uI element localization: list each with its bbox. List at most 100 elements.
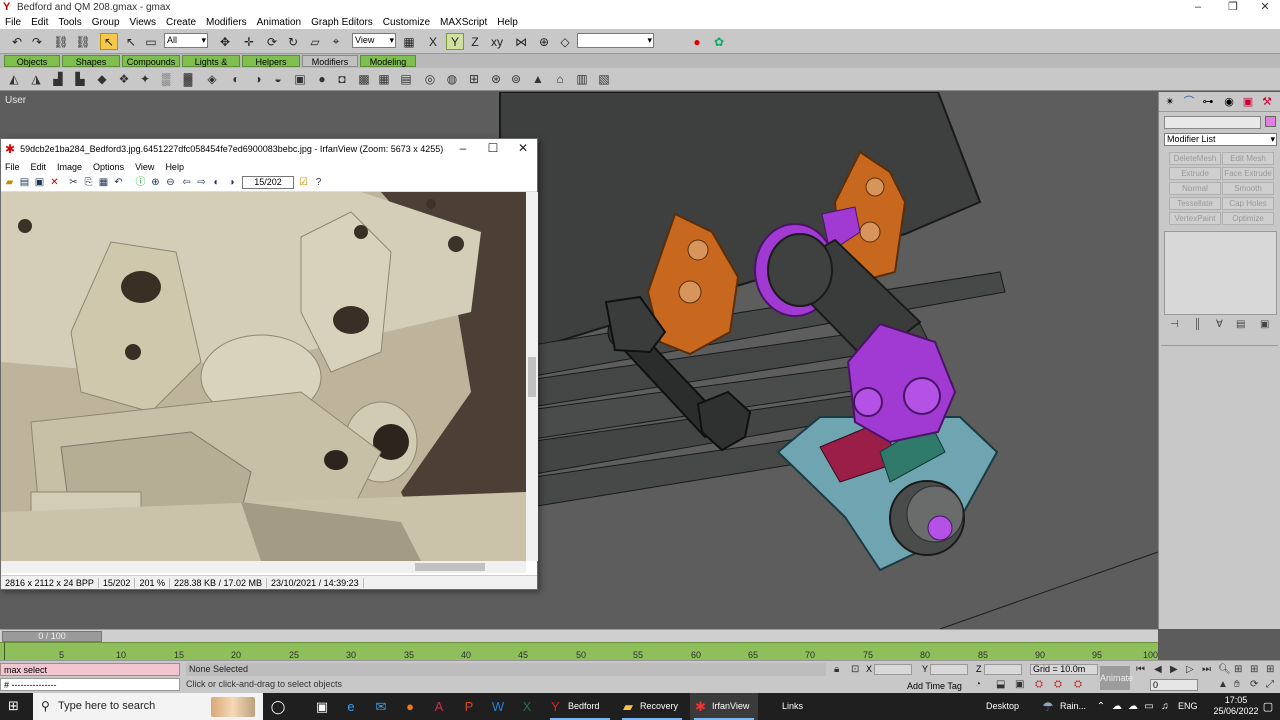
- previous-icon[interactable]: ⇦: [180, 176, 193, 189]
- prev-frame-icon[interactable]: ◀: [1154, 664, 1162, 675]
- axis-xy-icon[interactable]: xy: [488, 33, 506, 50]
- menu-modifiers[interactable]: Modifiers: [206, 17, 247, 28]
- excel-icon[interactable]: X: [517, 697, 537, 717]
- axis-y-icon[interactable]: Y: [446, 33, 464, 50]
- irfan-menu-edit[interactable]: Edit: [31, 162, 47, 172]
- irfan-menu-options[interactable]: Options: [93, 162, 124, 172]
- powerpoint-icon[interactable]: P: [459, 697, 479, 717]
- weather-label[interactable]: Rain...: [1044, 693, 1086, 720]
- animate-button[interactable]: Animate: [1100, 666, 1133, 690]
- redo-icon[interactable]: ↷: [28, 33, 46, 50]
- modifier-list-select[interactable]: Modifier List: [1164, 133, 1277, 146]
- modify-tab-icon[interactable]: ⌒: [1181, 95, 1197, 109]
- mail-icon[interactable]: ✉: [371, 697, 391, 717]
- restore-button[interactable]: ❐: [1218, 0, 1248, 15]
- snap-toggle-icon[interactable]: ⬓: [996, 679, 1005, 690]
- plane-icon[interactable]: ▥: [574, 71, 590, 87]
- menu-help[interactable]: Help: [497, 17, 518, 28]
- next-icon[interactable]: ⇨: [195, 176, 208, 189]
- mirror-icon[interactable]: ⋈: [512, 33, 530, 50]
- tessellate-button[interactable]: Tessellate: [1169, 197, 1221, 210]
- copy-icon[interactable]: ⎘: [82, 176, 95, 189]
- snap-icon[interactable]: ⌖: [327, 33, 345, 50]
- viewport-label[interactable]: User: [5, 95, 26, 106]
- menu-edit[interactable]: Edit: [31, 17, 48, 28]
- normal-icon[interactable]: ◒: [270, 71, 286, 87]
- menu-tools[interactable]: Tools: [58, 17, 81, 28]
- irfan-horizontal-scrollbar[interactable]: [1, 561, 526, 573]
- axis-x-icon[interactable]: X: [424, 33, 442, 50]
- motion-tab-icon[interactable]: ◉: [1221, 95, 1237, 109]
- zoom-in-icon[interactable]: ⊕: [149, 176, 162, 189]
- angle-snap-icon[interactable]: ▣: [1015, 679, 1024, 690]
- tab-lights-cameras[interactable]: Lights & Cameras: [182, 55, 240, 79]
- menu-customize[interactable]: Customize: [383, 17, 430, 28]
- mesh-select-icon[interactable]: ◈: [204, 71, 220, 87]
- pan-icon[interactable]: ✋︎: [1234, 679, 1240, 690]
- move-icon[interactable]: ✛: [240, 33, 258, 50]
- taper-icon[interactable]: ◮: [28, 71, 44, 87]
- face-extrude-button[interactable]: Face Extrude: [1222, 167, 1274, 180]
- irfan-menu-image[interactable]: Image: [57, 162, 82, 172]
- taskbar-app-explorer[interactable]: ▰ Recovery ...: [618, 693, 686, 720]
- lattice-icon[interactable]: ▓: [180, 71, 196, 87]
- zoom-icon[interactable]: 🔍︎: [1218, 664, 1231, 675]
- onedrive-icon[interactable]: ☁: [1110, 697, 1124, 717]
- select-object-icon[interactable]: ↖: [100, 33, 118, 50]
- desktop-toolbar[interactable]: Desktop: [966, 693, 1028, 720]
- paste-icon[interactable]: ▦: [97, 176, 110, 189]
- scale-icon[interactable]: ▱: [306, 33, 324, 50]
- tab-shapes[interactable]: Shapes: [62, 55, 120, 67]
- spinner-snap-icon[interactable]: ⛭: [1054, 679, 1062, 690]
- grid-icon[interactable]: ⊞: [466, 71, 482, 87]
- goto-end-icon[interactable]: ⏭: [1202, 664, 1211, 675]
- unlink-icon[interactable]: ⛓: [74, 33, 92, 50]
- display-icon[interactable]: ▭: [1142, 697, 1156, 717]
- ffd-icon[interactable]: ▒: [158, 71, 174, 87]
- tab-modeling[interactable]: Modeling: [360, 55, 416, 67]
- help-icon[interactable]: ?: [312, 176, 325, 189]
- twist-icon[interactable]: ▟: [50, 71, 66, 87]
- box-icon[interactable]: ▦: [376, 71, 392, 87]
- undo-icon[interactable]: ↶: [8, 33, 26, 50]
- rotate-icon[interactable]: ⟳: [263, 33, 281, 50]
- cortana-icon[interactable]: ◯: [268, 697, 288, 717]
- show-end-icon[interactable]: ║: [1194, 319, 1201, 330]
- normal-button[interactable]: Normal: [1169, 182, 1221, 195]
- maximize-viewport-icon[interactable]: ⤢: [1266, 679, 1274, 690]
- taskbar-search-box[interactable]: ⚲ Type here to search: [33, 693, 263, 720]
- irfan-maximize-button[interactable]: ☐: [479, 141, 507, 155]
- irfan-close-button[interactable]: ✕: [509, 141, 537, 155]
- menu-file[interactable]: File: [5, 17, 21, 28]
- noise-icon[interactable]: ▙: [72, 71, 88, 87]
- save-icon[interactable]: ▣: [33, 176, 46, 189]
- info-icon[interactable]: ⓘ: [134, 176, 147, 189]
- zoom-extents-icon[interactable]: ⊞: [1250, 664, 1258, 675]
- network-icon[interactable]: ☁: [1126, 697, 1140, 717]
- slideshow-icon[interactable]: ▤: [18, 176, 31, 189]
- cylinder-icon[interactable]: ◘: [334, 71, 350, 87]
- volume-icon[interactable]: ♫: [1158, 697, 1172, 717]
- cap-holes-button[interactable]: Cap Holes: [1222, 197, 1274, 210]
- tab-helpers[interactable]: Helpers: [242, 55, 300, 67]
- x-coordinate-field[interactable]: [874, 664, 912, 675]
- properties-icon[interactable]: ☑: [297, 176, 310, 189]
- angle-snap-icon[interactable]: ◇: [556, 33, 574, 50]
- display-tab-icon[interactable]: ▣: [1240, 95, 1256, 109]
- maxscript-listener-line[interactable]: max select: [0, 663, 180, 676]
- taskbar-links-toolbar[interactable]: Links: [760, 693, 810, 720]
- edit-named-sel-icon[interactable]: ⛭: [1074, 679, 1082, 690]
- word-icon[interactable]: W: [488, 697, 508, 717]
- irfan-menu-view[interactable]: View: [135, 162, 154, 172]
- make-unique-icon[interactable]: ∀: [1216, 319, 1223, 330]
- smooth-icon[interactable]: ▣: [292, 71, 308, 87]
- first-icon[interactable]: ◐: [210, 176, 223, 189]
- link-icon[interactable]: ⛓: [52, 33, 70, 50]
- windows-start-icon[interactable]: ⊞: [8, 699, 22, 713]
- firefox-icon[interactable]: ●: [400, 697, 420, 717]
- modifier-stack[interactable]: [1164, 231, 1277, 315]
- maxscript-input-line[interactable]: # ---------------: [0, 678, 180, 691]
- menu-create[interactable]: Create: [166, 17, 196, 28]
- irfanview-window[interactable]: ✱ 59dcb2e1ba284_Bedford3.jpg.6451227dfc0…: [0, 138, 538, 590]
- teapot-icon[interactable]: ⌂: [552, 71, 568, 87]
